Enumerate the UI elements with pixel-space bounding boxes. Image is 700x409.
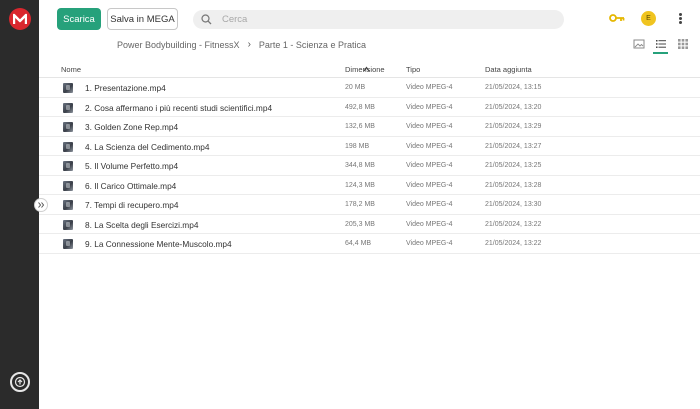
file-type: Video MPEG-4 [406, 201, 453, 208]
column-header-date[interactable]: Data aggiunta [485, 65, 532, 74]
column-header-size[interactable]: Dimensione [345, 65, 385, 74]
video-thumbnail [63, 83, 73, 93]
table-header: Nome Dimensione Tipo Data aggiunta [39, 60, 700, 78]
video-thumbnail [63, 141, 73, 152]
avatar[interactable]: E [641, 11, 656, 26]
column-header-type[interactable]: Tipo [406, 65, 420, 74]
file-date: 21/05/2024, 13:22 [485, 240, 542, 247]
download-button[interactable]: Scarica [57, 8, 101, 30]
file-name: 5. Il Volume Perfetto.mp4 [85, 161, 179, 171]
search-icon [201, 14, 212, 25]
list-view-icon[interactable] [655, 38, 667, 50]
thumbnail-view-icon[interactable] [633, 38, 645, 50]
file-size: 124,3 MB [345, 181, 375, 189]
mega-folder-view: Scarica Salva in MEGA E Power Bodybuildi… [0, 0, 700, 409]
file-date: 21/05/2024, 13:28 [485, 181, 542, 189]
file-name: 1. Presentazione.mp4 [85, 83, 166, 93]
file-date: 21/05/2024, 13:15 [485, 84, 542, 91]
video-thumbnail [63, 200, 73, 210]
file-size: 205,3 MB [345, 220, 375, 228]
table-row[interactable]: 8. La Scelta degli Esercizi.mp4 205,3 MB V… [39, 215, 700, 234]
file-type: Video MPEG-4 [406, 84, 453, 91]
file-type: Video MPEG-4 [406, 103, 453, 111]
table-row[interactable]: 3. Golden Zone Rep.mp4 132,6 MB Video MPEG… [39, 117, 700, 137]
file-date: 21/05/2024, 13:22 [485, 220, 542, 228]
breadcrumb: Power Bodybuilding - FitnessX › Parte 1 … [117, 39, 366, 50]
search-bar[interactable] [193, 10, 564, 29]
video-thumbnail [63, 122, 73, 132]
table-row[interactable]: 6. Il Carico Ottimale.mp4 124,3 MB Video M… [39, 176, 700, 195]
file-date: 21/05/2024, 13:30 [485, 201, 542, 208]
expand-sidebar-icon[interactable] [34, 198, 48, 212]
file-name: 3. Golden Zone Rep.mp4 [85, 122, 179, 132]
video-thumbnail [63, 161, 73, 171]
file-type: Video MPEG-4 [406, 240, 453, 247]
table-row[interactable]: 4. La Scienza del Cedimento.mp4 198 MB Vid… [39, 137, 700, 156]
file-name: 7. Tempi di recupero.mp4 [85, 200, 179, 210]
active-view-indicator [653, 52, 668, 54]
video-thumbnail [63, 102, 73, 113]
table-row[interactable]: 1. Presentazione.mp4 20 MB Video MPEG-4 21/… [39, 78, 700, 98]
file-date: 21/05/2024, 13:27 [485, 142, 542, 150]
file-type: Video MPEG-4 [406, 142, 453, 150]
file-type: Video MPEG-4 [406, 123, 453, 130]
file-size: 20 MB [345, 84, 366, 91]
file-type: Video MPEG-4 [406, 181, 453, 189]
save-to-mega-button[interactable]: Salva in MEGA [107, 8, 178, 30]
column-header-name[interactable]: Nome [61, 65, 81, 74]
table-row[interactable]: 7. Tempi di recupero.mp4 178,2 MB Video MP… [39, 195, 700, 215]
file-size: 64,4 MB [345, 240, 372, 247]
mega-logo-icon[interactable] [9, 8, 31, 30]
file-name: 6. Il Carico Ottimale.mp4 [85, 180, 177, 191]
file-name: 9. La Connessione Mente-Muscolo.mp4 [85, 239, 232, 249]
file-date: 21/05/2024, 13:29 [485, 123, 542, 130]
breadcrumb-separator: › [247, 39, 251, 50]
breadcrumb-parent[interactable]: Power Bodybuilding - FitnessX [117, 40, 240, 50]
file-size: 344,8 MB [345, 162, 375, 169]
video-thumbnail [63, 180, 73, 191]
file-type: Video MPEG-4 [406, 162, 453, 169]
file-type: Video MPEG-4 [406, 220, 453, 228]
file-size: 132,6 MB [345, 123, 375, 130]
table-row[interactable]: 5. Il Volume Perfetto.mp4 344,8 MB Video M… [39, 156, 700, 176]
file-size: 198 MB [345, 142, 370, 150]
file-name: 8. La Scelta degli Esercizi.mp4 [85, 219, 199, 230]
kebab-menu-icon[interactable] [676, 11, 684, 26]
grid-view-icon[interactable] [677, 38, 689, 50]
file-size: 492,8 MB [345, 103, 375, 111]
file-date: 21/05/2024, 13:25 [485, 162, 542, 169]
file-size: 178,2 MB [345, 201, 375, 208]
table-row[interactable]: 2. Cosa affermano i più recenti studi sc… [39, 98, 700, 117]
file-name: 2. Cosa affermano i più recenti studi sc… [85, 102, 273, 113]
key-icon[interactable] [609, 13, 625, 23]
file-list: 1. Presentazione.mp4 20 MB Video MPEG-4 21/… [39, 78, 700, 254]
table-row[interactable]: 9. La Connessione Mente-Muscolo.mp4 64,4 … [39, 234, 700, 254]
search-input[interactable] [222, 14, 542, 25]
video-thumbnail [63, 219, 73, 230]
file-date: 21/05/2024, 13:20 [485, 103, 542, 111]
transfers-icon[interactable] [10, 372, 30, 392]
breadcrumb-current: Parte 1 - Scienza e Pratica [258, 39, 366, 50]
file-name: 4. La Scienza del Cedimento.mp4 [85, 141, 210, 152]
video-thumbnail [63, 239, 73, 249]
